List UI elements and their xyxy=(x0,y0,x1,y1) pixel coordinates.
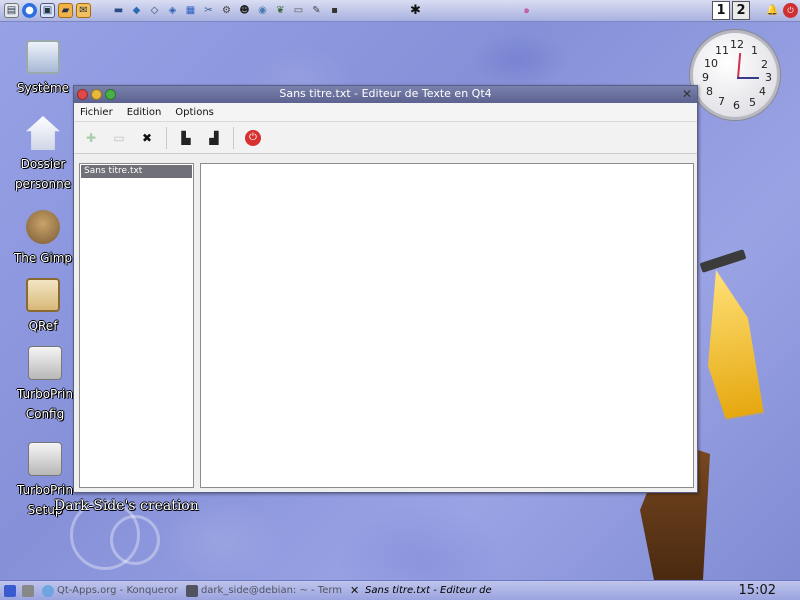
clock-minute-hand xyxy=(736,53,742,80)
analog-clock-widget[interactable]: 12 1 2 3 4 5 6 7 8 9 10 11 xyxy=(690,30,780,120)
taskbar-item-konqueror[interactable]: Qt-Apps.org - Konqueror xyxy=(42,584,178,597)
text-editor-area[interactable] xyxy=(200,163,694,488)
image-editor-icon[interactable]: ▦ xyxy=(183,3,198,18)
clock-number: 2 xyxy=(761,58,768,71)
clock-number: 11 xyxy=(715,44,729,57)
desktop-icon-qref[interactable]: QRef xyxy=(8,278,78,336)
new-document-icon[interactable]: ✚ xyxy=(80,127,102,149)
taskbar-item-terminal[interactable]: dark_side@debian: ~ - Term xyxy=(185,584,343,597)
desktop-icon-turboprint-config[interactable]: TurboPrin Config xyxy=(10,346,80,424)
printer-icon xyxy=(28,346,62,380)
close-document-icon[interactable]: ✖ xyxy=(136,127,158,149)
taskbar-item-label: Qt-Apps.org - Konqueror xyxy=(57,585,178,596)
monitor-icon xyxy=(26,40,60,74)
clock-hour-hand xyxy=(737,77,759,79)
desktop-icon-label: Système xyxy=(16,81,70,95)
home-folder-icon xyxy=(26,116,60,150)
menu-fichier[interactable]: Fichier xyxy=(80,107,113,118)
taskbar: Qt-Apps.org - Konqueror dark_side@debian… xyxy=(0,580,800,600)
terminal-icon xyxy=(185,584,198,597)
clock-number: 8 xyxy=(706,85,713,98)
desktop-icon-label: Config xyxy=(25,407,65,421)
taskbar-clock[interactable]: 15:02 xyxy=(739,583,776,598)
konqueror-icon xyxy=(42,584,54,597)
spider-icon[interactable]: ✱ xyxy=(408,3,423,18)
clock-number: 9 xyxy=(702,71,709,84)
kmenu-icon[interactable] xyxy=(4,584,16,597)
swirl-icon[interactable]: ๑ xyxy=(519,3,534,18)
wallpaper-credit: Dark-Side's creation xyxy=(54,498,199,514)
network-icon[interactable]: ◆ xyxy=(129,3,144,18)
clock-number: 12 xyxy=(730,38,744,51)
desktop-icon-dossier-personnel[interactable]: Dossier personne xyxy=(8,116,78,194)
scissors-icon[interactable]: ✂ xyxy=(201,3,216,18)
settings-icon[interactable]: ⚙ xyxy=(219,3,234,18)
toolbar-separator xyxy=(233,126,234,149)
top-panel: ▤ ● ▣ ▰ ✉ ▬ ◆ ◇ ◈ ▦ ✂ ⚙ ☻ ◉ ❦ ▭ ✎ ▪ ✱ ๑ … xyxy=(0,0,800,22)
close-icon[interactable]: ✕ xyxy=(682,87,692,101)
menu-options[interactable]: Options xyxy=(175,107,214,118)
desktop-icon-label: The Gimp xyxy=(13,251,73,265)
diamond-icon[interactable]: ◇ xyxy=(147,3,162,18)
pawprint-icon[interactable]: ☻ xyxy=(237,3,252,18)
clock-number: 4 xyxy=(759,85,766,98)
notebook-icon xyxy=(26,278,60,312)
x-icon: ✕ xyxy=(350,583,360,597)
clock-number: 5 xyxy=(749,96,756,109)
notes-icon[interactable]: ▤ xyxy=(4,3,19,18)
window-title: Sans titre.txt - Editeur de Texte en Qt4 xyxy=(279,87,492,100)
clock-number: 7 xyxy=(718,95,725,108)
terminal-icon[interactable]: ▬ xyxy=(111,3,126,18)
window-titlebar[interactable]: Sans titre.txt - Editeur de Texte en Qt4… xyxy=(74,86,697,103)
desktop-icon-label: TurboPrin xyxy=(17,387,73,401)
pager-desktop-2[interactable]: 2 xyxy=(732,1,750,20)
desktop-icon-systeme[interactable]: Système xyxy=(8,40,78,98)
gimp-icon xyxy=(26,210,60,244)
bell-icon[interactable]: 🔔 xyxy=(765,3,780,18)
clock-number: 10 xyxy=(704,57,718,70)
open-document-icon[interactable]: ▭ xyxy=(108,127,130,149)
taskbar-item-label: dark_side@debian: ~ - Term xyxy=(200,585,343,596)
leaf-icon[interactable]: ❦ xyxy=(273,3,288,18)
clock-number: 3 xyxy=(765,71,772,84)
menubar: Fichier Edition Options xyxy=(74,103,697,122)
clock-number: 1 xyxy=(751,44,758,57)
printer-icon xyxy=(28,442,62,476)
desktop-icon-label: TurboPrin xyxy=(17,483,73,497)
desktop-icon-the-gimp[interactable]: The Gimp xyxy=(8,210,78,268)
folder-icon[interactable]: ▰ xyxy=(58,3,73,18)
taskbar-item-label: Sans titre.txt - Editeur de xyxy=(365,585,492,596)
monitor-small-icon[interactable]: ▭ xyxy=(291,3,306,18)
text-editor-window: Sans titre.txt - Editeur de Texte en Qt4… xyxy=(73,85,698,493)
document-list-item[interactable]: Sans titre.txt xyxy=(81,165,192,178)
taskbar-item-editor[interactable]: ✕ Sans titre.txt - Editeur de xyxy=(350,583,492,597)
document-list[interactable]: Sans titre.txt xyxy=(79,163,194,488)
save-as-icon[interactable]: ▟ xyxy=(203,127,225,149)
desktop-icon-label: personne xyxy=(14,177,72,191)
clock-number: 6 xyxy=(733,99,740,112)
camera-icon[interactable]: ▪ xyxy=(327,3,342,18)
logout-icon[interactable]: ⏻ xyxy=(783,3,798,18)
globe-icon[interactable]: ● xyxy=(22,3,37,18)
menu-edition[interactable]: Edition xyxy=(127,107,162,118)
browser-icon[interactable]: ▣ xyxy=(40,3,55,18)
cube-icon[interactable]: ◈ xyxy=(165,3,180,18)
pager-desktop-1[interactable]: 1 xyxy=(712,1,730,20)
toolbar-separator xyxy=(166,126,167,149)
desktop-icon-label: QRef xyxy=(28,319,58,333)
pen-icon[interactable]: ✎ xyxy=(309,3,324,18)
show-desktop-icon[interactable] xyxy=(22,584,34,597)
wallpaper-swirl xyxy=(110,515,160,565)
desktop-icon-label: Dossier xyxy=(20,157,66,171)
mail-icon[interactable]: ✉ xyxy=(76,3,91,18)
disc-icon[interactable]: ◉ xyxy=(255,3,270,18)
toolbar: ✚ ▭ ✖ ▙ ▟ ⏻ xyxy=(74,122,697,154)
save-icon[interactable]: ▙ xyxy=(175,127,197,149)
quit-icon[interactable]: ⏻ xyxy=(242,127,264,149)
